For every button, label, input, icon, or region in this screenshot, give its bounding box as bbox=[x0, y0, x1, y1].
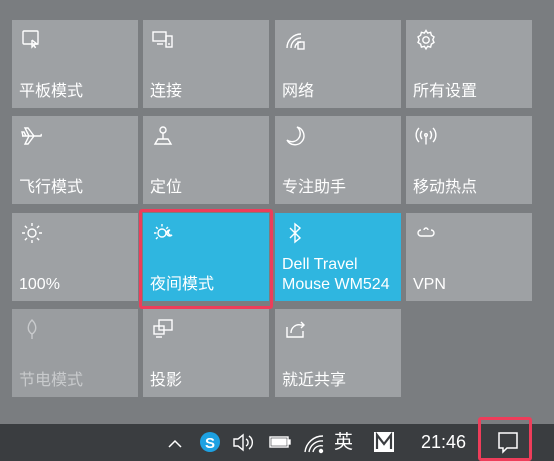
night-light-icon bbox=[151, 221, 175, 245]
tile-label: VPN bbox=[413, 276, 446, 293]
tile-connect[interactable]: 连接 bbox=[143, 20, 269, 108]
tile-all-settings[interactable]: 所有设置 bbox=[406, 20, 532, 108]
tile-nearby-share[interactable]: 就近共享 bbox=[275, 309, 401, 397]
vpn-icon bbox=[414, 221, 438, 245]
tile-label: 所有设置 bbox=[413, 83, 478, 100]
clock[interactable]: 21:46 bbox=[421, 424, 471, 461]
tile-bluetooth[interactable]: Dell Travel Mouse WM524 bbox=[275, 213, 401, 301]
taskbar: S 英 21:46 bbox=[0, 417, 554, 461]
connect-icon bbox=[151, 28, 175, 52]
brightness-icon bbox=[20, 221, 44, 245]
tile-label: 连接 bbox=[150, 83, 183, 100]
tile-network[interactable]: 网络 bbox=[275, 20, 401, 108]
tile-mobile-hotspot[interactable]: 移动热点 bbox=[406, 116, 532, 204]
location-icon bbox=[151, 124, 175, 148]
tile-label: 移动热点 bbox=[413, 179, 478, 196]
tile-label: 夜间模式 bbox=[150, 276, 215, 293]
bluetooth-icon bbox=[283, 221, 307, 245]
settings-icon bbox=[414, 28, 438, 52]
tile-label: 专注助手 bbox=[282, 179, 347, 196]
tile-tablet-mode[interactable]: 平板模式 bbox=[12, 20, 138, 108]
svg-text:S: S bbox=[205, 435, 215, 452]
airplane-icon bbox=[20, 124, 44, 148]
tile-label: 投影 bbox=[150, 372, 183, 389]
tile-label: 就近共享 bbox=[282, 372, 347, 389]
wifi-icon[interactable] bbox=[301, 424, 327, 461]
tile-label: 平板模式 bbox=[19, 83, 84, 100]
tile-airplane-mode[interactable]: 飞行模式 bbox=[12, 116, 138, 204]
tile-location[interactable]: 定位 bbox=[143, 116, 269, 204]
tile-label: 100% bbox=[19, 276, 60, 293]
skype-icon[interactable]: S bbox=[197, 424, 223, 461]
m-app-icon[interactable] bbox=[371, 424, 397, 461]
tile-vpn[interactable]: VPN bbox=[406, 213, 532, 301]
nearby-share-icon bbox=[283, 317, 307, 341]
volume-icon[interactable] bbox=[230, 424, 258, 461]
network-icon bbox=[283, 28, 307, 52]
battery-icon[interactable] bbox=[266, 424, 294, 461]
tile-project[interactable]: 投影 bbox=[143, 309, 269, 397]
action-center-icon[interactable] bbox=[486, 424, 530, 461]
tile-battery-saver: 节电模式 bbox=[12, 309, 138, 397]
tile-label: 定位 bbox=[150, 179, 183, 196]
moon-icon bbox=[283, 124, 307, 148]
tile-label: 节电模式 bbox=[19, 372, 84, 389]
tile-label: Dell Travel Mouse WM524 bbox=[282, 256, 390, 293]
battery-saver-icon bbox=[20, 317, 44, 341]
chevron-up-icon[interactable] bbox=[164, 424, 186, 461]
tile-brightness[interactable]: 100% bbox=[12, 213, 138, 301]
tile-focus-assist[interactable]: 专注助手 bbox=[275, 116, 401, 204]
ime-indicator[interactable]: 英 bbox=[334, 424, 358, 461]
tile-night-light[interactable]: 夜间模式 bbox=[143, 213, 269, 301]
tile-label: 飞行模式 bbox=[19, 179, 84, 196]
tablet-mode-icon bbox=[20, 28, 44, 52]
hotspot-icon bbox=[414, 124, 438, 148]
project-icon bbox=[151, 317, 175, 341]
tile-label: 网络 bbox=[282, 83, 315, 100]
